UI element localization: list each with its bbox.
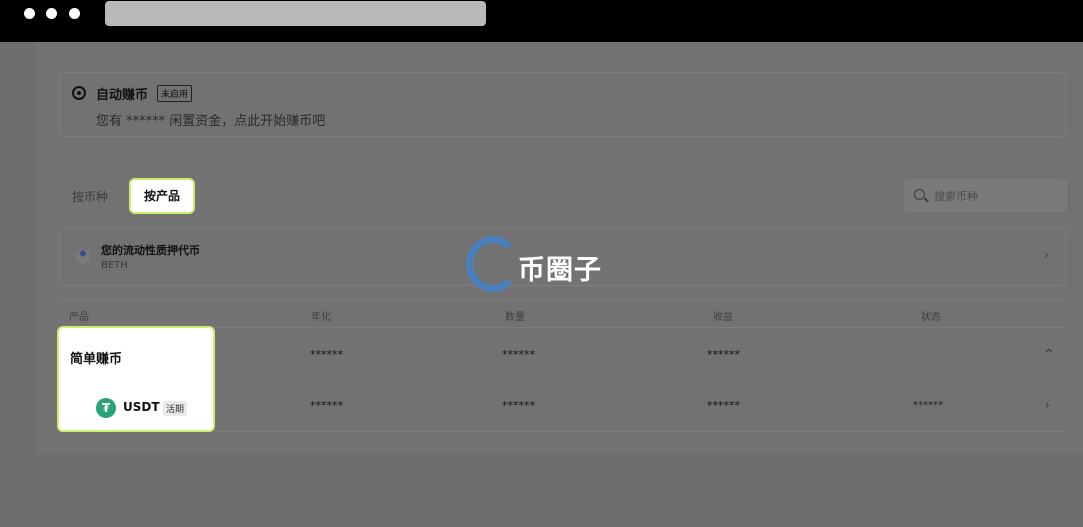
tab-by-coin[interactable]: 按币种 (72, 188, 108, 205)
search-icon (914, 189, 925, 200)
search-input[interactable]: 搜索币种 (904, 179, 1067, 212)
window-dot-close[interactable] (24, 8, 35, 19)
flexible-badge: 活期 (163, 401, 188, 416)
group-amount: ****** (502, 348, 535, 361)
simple-earn-card[interactable]: 简单赚币 ₮ USDT 活期 (57, 326, 215, 432)
beth-subtitle: BETH (101, 260, 128, 271)
group-apr: ****** (310, 348, 343, 361)
header-amount: 数量 (505, 312, 525, 323)
header-status: 状态 (921, 312, 941, 323)
eth-icon (76, 248, 90, 263)
address-bar[interactable] (105, 1, 486, 26)
watermark-text: 币圈子 (518, 255, 602, 286)
beth-title: 您的流动性质押代币 (101, 244, 200, 257)
chevron-right-icon[interactable]: › (1045, 398, 1050, 412)
logo-ring-icon (466, 236, 520, 292)
watermark-logo: 币圈子 (466, 236, 616, 294)
header-product: 产品 (69, 312, 89, 323)
auto-earn-status-badge: 未启用 (157, 85, 193, 102)
auto-earn-subtitle: 您有 ****** 闲置资金，点此开始赚币吧 (96, 114, 326, 129)
window-dot-maximize[interactable] (69, 8, 80, 19)
divider (59, 300, 1066, 301)
auto-earn-icon (72, 86, 86, 100)
simple-earn-title: 简单赚币 (70, 352, 123, 367)
usdt-amount: ****** (502, 399, 535, 412)
header-earnings: 收益 (713, 312, 733, 323)
browser-chrome (0, 0, 1083, 42)
window-dot-minimize[interactable] (46, 8, 57, 19)
auto-earn-card[interactable]: 自动赚币 未启用 您有 ****** 闲置资金，点此开始赚币吧 (59, 72, 1066, 137)
usdt-apr: ****** (310, 399, 343, 412)
usdt-earnings: ****** (707, 399, 740, 412)
group-earnings: ****** (707, 348, 740, 361)
tab-by-product[interactable]: 按产品 (129, 178, 195, 214)
usdt-status: ****** (913, 400, 943, 411)
chevron-right-icon[interactable]: › (1044, 248, 1049, 263)
usdt-icon: ₮ (96, 398, 116, 418)
header-apr: 年化 (311, 312, 331, 323)
search-placeholder: 搜索币种 (934, 190, 978, 203)
chevron-up-icon[interactable]: ^ (1044, 347, 1054, 361)
usdt-label: USDT (123, 400, 160, 414)
auto-earn-title: 自动赚币 (96, 88, 149, 103)
